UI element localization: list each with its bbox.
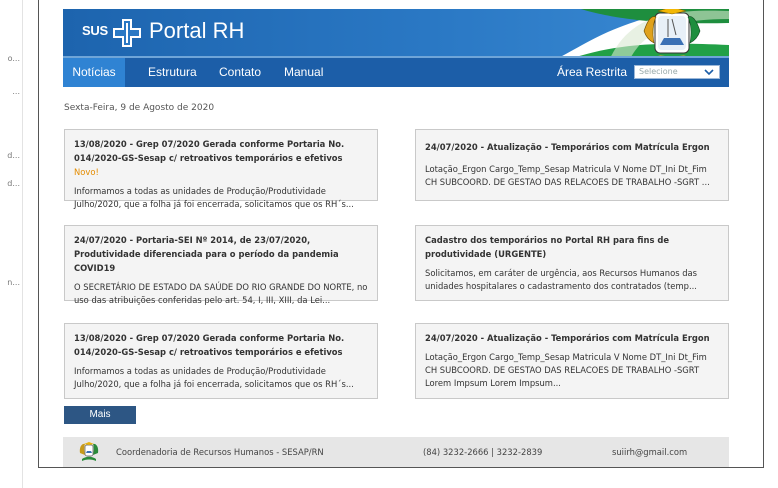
- truncated-text: ...: [12, 87, 20, 96]
- truncated-text: d...: [7, 179, 20, 188]
- news-card[interactable]: 13/08/2020 - Grep 07/2020 Gerada conform…: [64, 323, 378, 399]
- news-excerpt: Solicitamos, em caráter de urgência, aos…: [425, 268, 698, 291]
- nav-item-estrutura[interactable]: Estrutura: [148, 58, 197, 87]
- restricted-area-label: Área Restrita: [557, 65, 628, 79]
- rn-state-flag-icon: [562, 9, 729, 56]
- footer-email[interactable]: suiirh@gmail.com: [612, 447, 687, 457]
- news-excerpt: Informamos a todas as unidades de Produç…: [74, 186, 354, 209]
- news-card[interactable]: 24/07/2020 - Atualização - Temporários c…: [415, 129, 729, 201]
- news-title[interactable]: 13/08/2020 - Grep 07/2020 Gerada conform…: [74, 331, 368, 359]
- news-card[interactable]: 24/07/2020 - Atualização - Temporários c…: [415, 323, 729, 399]
- news-card[interactable]: 24/07/2020 - Portaria-SEI Nº 2014, de 23…: [64, 225, 378, 305]
- truncated-text: d...: [7, 151, 20, 160]
- news-title[interactable]: 24/07/2020 - Atualização - Temporários c…: [425, 331, 719, 345]
- news-title[interactable]: Cadastro dos temporários no Portal RH pa…: [425, 233, 719, 261]
- new-badge: Novo!: [74, 167, 99, 177]
- news-title[interactable]: 24/07/2020 - Portaria-SEI Nº 2014, de 23…: [74, 233, 368, 275]
- main-nav: Notícias Estrutura Contato Manual Área R…: [63, 56, 729, 87]
- news-excerpt: Informamos a todas as unidades de Produç…: [74, 366, 354, 389]
- site-header: SUS Portal RH: [63, 9, 729, 56]
- news-title[interactable]: 13/08/2020 - Grep 07/2020 Gerada conform…: [74, 137, 368, 179]
- news-title[interactable]: 24/07/2020 - Atualização - Temporários c…: [425, 140, 719, 154]
- current-date: Sexta-Feira, 9 de Agosto de 2020: [64, 103, 215, 113]
- footer-organization: Coordenadoria de Recursos Humanos - SESA…: [116, 447, 324, 457]
- truncated-text: o...: [7, 54, 20, 63]
- select-placeholder: Selecione: [639, 67, 678, 76]
- news-card[interactable]: Cadastro dos temporários no Portal RH pa…: [415, 225, 729, 301]
- news-excerpt: O SECRETÁRIO DE ESTADO DA SAÚDE DO RIO G…: [74, 282, 368, 305]
- restricted-area-select[interactable]: Selecione: [634, 65, 720, 79]
- state-seal-icon: [79, 442, 99, 461]
- news-card[interactable]: 13/08/2020 - Grep 07/2020 Gerada conform…: [64, 129, 378, 209]
- side-panel-edge: o... ... d... d... n...: [0, 0, 23, 488]
- sus-logo-text: SUS: [82, 23, 108, 38]
- site-footer: Coordenadoria de Recursos Humanos - SESA…: [63, 437, 729, 467]
- nav-item-noticias[interactable]: Notícias: [63, 58, 125, 87]
- portal-title: Portal RH: [149, 18, 245, 43]
- portal-page: SUS Portal RH Notícias Estrutura Contato…: [38, 0, 764, 468]
- truncated-text: n...: [7, 278, 20, 287]
- screen: o... ... d... d... n... SUS Portal RH No…: [0, 0, 778, 488]
- health-cross-icon: [113, 19, 141, 47]
- more-news-button[interactable]: Mais: [64, 406, 136, 424]
- nav-item-contato[interactable]: Contato: [219, 58, 261, 87]
- news-excerpt: Lotação_Ergon Cargo_Temp_Sesap Matricula…: [425, 164, 710, 187]
- news-excerpt: Lotação_Ergon Cargo_Temp_Sesap Matricula…: [425, 352, 707, 388]
- nav-item-manual[interactable]: Manual: [284, 58, 323, 87]
- news-title-text: 13/08/2020 - Grep 07/2020 Gerada conform…: [74, 139, 345, 163]
- chevron-down-icon: [704, 69, 714, 76]
- footer-phone: (84) 3232-2666 | 3232-2839: [423, 447, 543, 457]
